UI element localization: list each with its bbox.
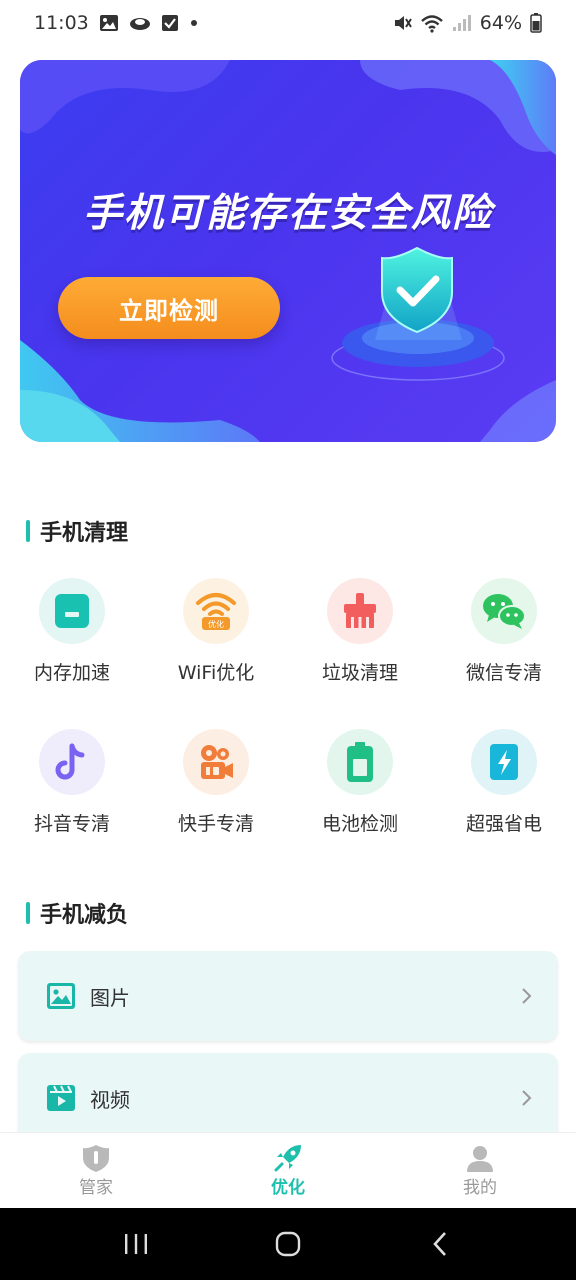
tool-label: 垃圾清理 — [321, 662, 398, 684]
tool-label: 超强省电 — [465, 813, 542, 835]
tool-label: 抖音专清 — [33, 813, 110, 835]
video-icon — [47, 1085, 75, 1111]
security-banner[interactable]: 手机可能存在安全风险 立即检测 — [20, 60, 556, 442]
status-right: 64% — [392, 12, 542, 34]
section-title-slim: 手机减负 — [26, 897, 128, 929]
section-title-cleanup: 手机清理 — [26, 515, 128, 547]
back-button[interactable] — [410, 1219, 470, 1269]
kuaishou-icon — [183, 729, 249, 795]
nav-label: 管家 — [79, 1178, 113, 1198]
mute-icon — [394, 16, 412, 30]
recent-apps-button[interactable] — [106, 1219, 166, 1269]
status-bar: 11:03 64% — [0, 0, 576, 46]
wechat-icon — [471, 578, 537, 644]
scan-now-button[interactable]: 立即检测 — [58, 277, 280, 339]
card-videos[interactable]: 视频 — [18, 1053, 558, 1143]
tool-label: 快手专清 — [177, 813, 254, 835]
tool-memory-boost[interactable]: 内存加速 — [0, 570, 144, 685]
broom-icon — [327, 578, 393, 644]
image-icon — [47, 983, 75, 1009]
cloud-notification-icon — [129, 18, 150, 30]
bottom-nav: 管家 优化 我的 — [0, 1132, 576, 1208]
status-left: 11:03 — [34, 12, 199, 34]
tool-junk-clean[interactable]: 垃圾清理 — [288, 570, 432, 685]
tool-tiktok-clean[interactable]: 抖音专清 — [0, 721, 144, 836]
rocket-icon — [274, 1145, 301, 1172]
tiktok-icon — [39, 729, 105, 795]
dot-icon — [190, 20, 197, 26]
nav-item-mine[interactable]: 我的 — [384, 1133, 576, 1208]
card-images[interactable]: 图片 — [18, 951, 558, 1041]
status-time: 11:03 — [34, 12, 89, 34]
nav-label: 我的 — [463, 1178, 497, 1198]
battery-percent: 64% — [479, 12, 522, 34]
signal-icon — [452, 15, 471, 31]
wifi-icon: 优化 — [183, 578, 249, 644]
section-accent-bar — [26, 520, 30, 542]
shield-icon — [83, 1145, 109, 1172]
tool-wifi-optimize[interactable]: 优化 WiFi优化 — [144, 570, 288, 685]
back-icon — [433, 1232, 446, 1256]
banner-title: 手机可能存在安全风险 — [82, 191, 493, 236]
gallery-notification-icon — [99, 15, 118, 31]
wifi-status-icon — [420, 15, 443, 33]
tool-power-save[interactable]: 超强省电 — [432, 721, 576, 836]
chevron-right-icon — [522, 1090, 532, 1106]
system-nav-bar — [0, 1208, 576, 1280]
tool-wechat-clean[interactable]: 微信专清 — [432, 570, 576, 685]
battery-icon — [530, 13, 542, 33]
tool-label: WiFi优化 — [177, 662, 255, 684]
user-icon — [467, 1146, 493, 1172]
wifi-badge-text: 优化 — [208, 619, 224, 629]
nav-label: 优化 — [271, 1178, 305, 1198]
home-button[interactable] — [258, 1219, 318, 1269]
cleanup-tool-grid: 内存加速 优化 WiFi优化 垃圾清理 微信专清 抖音专清 快手专清 电池检测 … — [0, 570, 576, 836]
power-save-icon — [471, 729, 537, 795]
tool-label: 电池检测 — [321, 813, 398, 835]
section-title-text: 手机清理 — [40, 521, 129, 546]
banner-decoration — [20, 60, 556, 442]
battery-check-icon — [327, 729, 393, 795]
recent-apps-icon — [125, 1234, 147, 1254]
tool-label: 微信专清 — [465, 662, 542, 684]
nav-item-optimize[interactable]: 优化 — [192, 1133, 384, 1208]
tool-battery-check[interactable]: 电池检测 — [288, 721, 432, 836]
memory-icon — [39, 578, 105, 644]
checkbox-notification-icon — [161, 15, 178, 31]
section-accent-bar — [26, 902, 30, 924]
tool-label: 内存加速 — [33, 662, 110, 684]
nav-item-butler[interactable]: 管家 — [0, 1133, 192, 1208]
card-label: 图片 — [90, 985, 130, 1010]
chevron-right-icon — [522, 988, 532, 1004]
home-icon — [275, 1231, 301, 1257]
card-label: 视频 — [90, 1087, 130, 1112]
section-title-text: 手机减负 — [40, 903, 129, 928]
tool-kuaishou-clean[interactable]: 快手专清 — [144, 721, 288, 836]
